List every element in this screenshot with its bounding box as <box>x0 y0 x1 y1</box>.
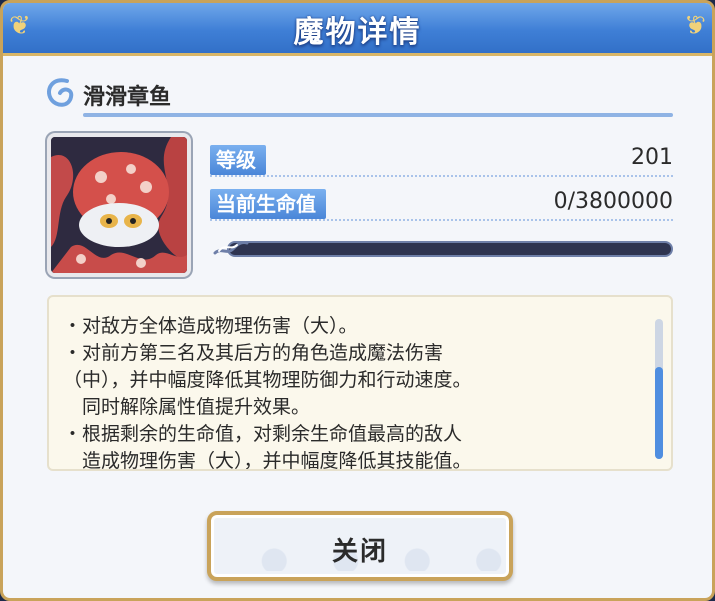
hp-bar <box>213 231 673 261</box>
divider <box>210 175 673 177</box>
hp-label: 当前生命值 <box>210 189 326 219</box>
tentacle-icon <box>213 241 249 255</box>
close-button-label: 关闭 <box>331 537 388 567</box>
monster-detail-dialog: ❦ 魔物详情 ❦ 滑滑章鱼 等级 201 当前生命值 0/3800000 ・对敌… <box>0 0 715 601</box>
dialog-title: 魔物详情 <box>293 15 422 50</box>
description-line: ・根据剩余的生命值，对剩余生命值最高的敌人 <box>63 423 463 445</box>
scrollbar-thumb[interactable] <box>655 367 663 459</box>
monster-portrait <box>47 133 191 277</box>
divider <box>210 219 673 221</box>
description-line: ・对前方第三名及其后方的角色造成魔法伤害 <box>63 342 444 364</box>
description-line: 同时解除属性值提升效果。 <box>63 396 311 418</box>
description-line: ・对敌方全体造成物理伤害（大）。 <box>63 315 358 337</box>
description-line: 造成物理伤害（大），并中幅度降低其技能值。 <box>63 450 472 471</box>
octopus-portrait-icon <box>51 137 187 273</box>
level-value: 201 <box>631 145 673 170</box>
hp-row: 当前生命值 0/3800000 <box>210 187 673 221</box>
close-button[interactable]: 关闭 <box>207 511 513 581</box>
corner-ornament-icon: ❦ <box>684 11 706 41</box>
name-underline <box>83 113 673 117</box>
scrollbar[interactable] <box>655 319 663 459</box>
hp-value: 0/3800000 <box>553 189 673 214</box>
swirl-icon <box>47 78 74 107</box>
monster-name-row: 滑滑章鱼 <box>43 73 673 121</box>
level-label: 等级 <box>210 145 266 175</box>
skill-description-box[interactable]: ・对敌方全体造成物理伤害（大）。 ・对前方第三名及其后方的角色造成魔法伤害 （中… <box>47 295 673 471</box>
dialog-title-bar: ❦ 魔物详情 ❦ <box>3 3 712 56</box>
level-row: 等级 201 <box>210 143 673 177</box>
skill-description: ・对敌方全体造成物理伤害（大）。 ・对前方第三名及其后方的角色造成魔法伤害 （中… <box>63 313 643 471</box>
monster-name: 滑滑章鱼 <box>83 85 172 110</box>
description-line: （中），并中幅度降低其物理防御力和行动速度。 <box>63 369 472 391</box>
hp-bar-track <box>227 241 673 257</box>
